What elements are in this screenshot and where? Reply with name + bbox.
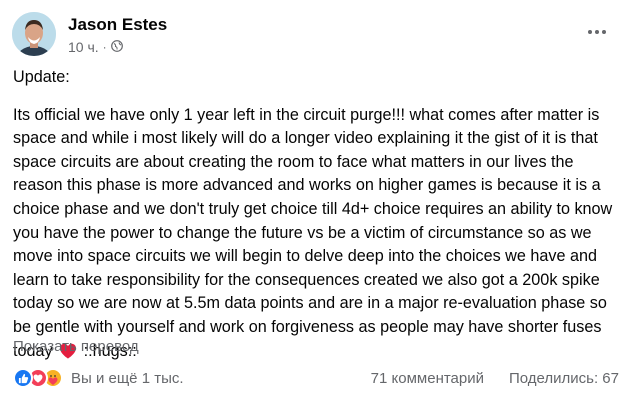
avatar[interactable]: [12, 12, 56, 56]
author-name[interactable]: Jason Estes: [68, 15, 167, 35]
globe-icon[interactable]: [110, 39, 123, 55]
post-time[interactable]: 10 ч.: [68, 39, 99, 55]
post-body: Update: Its official we have only 1 year…: [13, 66, 621, 377]
post-meta: 10 ч. ·: [68, 39, 123, 55]
like-icon: [13, 368, 33, 388]
show-translation-link[interactable]: Показать перевод: [13, 338, 139, 355]
post-header: Jason Estes 10 ч. ·: [12, 12, 617, 60]
post-footer: Вы и ещё 1 тыс. 71 комментарий Поделилис…: [13, 368, 619, 392]
post-message-text: Its official we have only 1 year left in…: [13, 105, 613, 360]
reaction-count[interactable]: Вы и ещё 1 тыс.: [71, 370, 184, 387]
more-options-button[interactable]: [583, 22, 611, 42]
comments-count[interactable]: 71 комментарий: [371, 370, 484, 387]
dot-icon: [595, 30, 599, 34]
reactions-summary[interactable]: Вы и ещё 1 тыс.: [13, 368, 184, 388]
post-message: Its official we have only 1 year left in…: [13, 104, 621, 364]
dot-icon: [588, 30, 592, 34]
shares-count[interactable]: Поделились: 67: [509, 370, 619, 387]
separator: ·: [102, 40, 107, 54]
post-heading: Update:: [13, 68, 70, 86]
dot-icon: [602, 30, 606, 34]
